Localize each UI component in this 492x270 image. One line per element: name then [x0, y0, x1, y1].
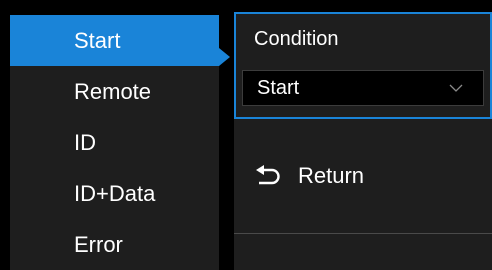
- divider: [234, 233, 492, 234]
- condition-label: Condition: [254, 28, 339, 50]
- return-button[interactable]: Return: [234, 119, 492, 233]
- trigger-condition-screen: Start Remote ID ID+Data Error Condition …: [0, 0, 492, 270]
- menu-panel: Condition Start Return: [234, 12, 492, 270]
- selection-pointer: [219, 48, 230, 66]
- option-label: Start: [74, 27, 121, 53]
- option-label: ID: [74, 129, 96, 155]
- option-label: Error: [74, 231, 123, 257]
- condition-select[interactable]: Start: [242, 70, 484, 106]
- return-arrow-icon: [256, 165, 282, 187]
- option-start[interactable]: Start: [10, 15, 219, 66]
- option-remote[interactable]: Remote: [10, 66, 219, 117]
- condition-options-list: Start Remote ID ID+Data Error: [10, 15, 219, 270]
- option-error[interactable]: Error: [10, 219, 219, 270]
- condition-menu-item[interactable]: Condition Start: [234, 12, 492, 119]
- option-label: Remote: [74, 78, 152, 104]
- option-label: ID+Data: [74, 180, 156, 206]
- option-id[interactable]: ID: [10, 117, 219, 168]
- option-id-data[interactable]: ID+Data: [10, 168, 219, 219]
- chevron-down-icon: [449, 81, 463, 95]
- return-label: Return: [298, 163, 365, 188]
- condition-select-value: Start: [257, 76, 300, 99]
